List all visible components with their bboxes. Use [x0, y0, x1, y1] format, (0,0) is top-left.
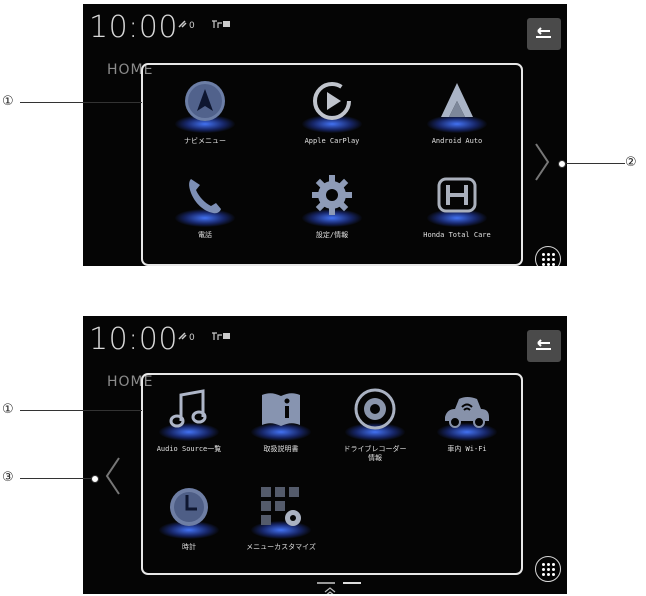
battery-icon [211, 18, 233, 33]
app-label: 時計 [182, 543, 196, 551]
next-page-arrow[interactable] [534, 142, 550, 186]
callout-1: ① [2, 94, 14, 109]
clock-icon [165, 483, 213, 531]
app-tile-honda-total-care[interactable]: Honda Total Care [405, 167, 509, 261]
settings-icon [308, 171, 356, 219]
app-label: 車内 Wi-Fi [447, 445, 487, 453]
chevron-right-icon [535, 143, 550, 181]
app-label: メニューカスタマイズ [246, 543, 316, 551]
app-label: ナビメニュー [184, 137, 226, 145]
menu-button[interactable] [535, 556, 561, 582]
callout-3: ③ [2, 470, 14, 485]
manual-icon [257, 385, 305, 433]
back-arrow-icon [536, 27, 551, 38]
callout-1-line [20, 102, 142, 103]
callout-3-dot [91, 475, 99, 483]
app-tile-phone[interactable]: 電話 [153, 167, 257, 261]
phone-icon [181, 171, 229, 219]
menu-button[interactable] [535, 246, 561, 266]
android-auto-icon [433, 77, 481, 125]
app-tile-car-wifi[interactable]: 車内 Wi-Fi [415, 381, 519, 475]
page-indicator [317, 582, 335, 584]
svg-text:0: 0 [189, 333, 195, 342]
car-wifi-icon [443, 385, 491, 433]
callout-1-second-line [20, 410, 142, 411]
apple-carplay-icon [308, 77, 356, 125]
back-arrow-icon [536, 339, 551, 350]
previous-page-arrow[interactable] [105, 456, 121, 500]
svg-text:0: 0 [189, 21, 195, 30]
app-grid-frame: Audio Source一覧 取扱説明書 ドライブレコーダー 情報 車内 Wi-… [141, 373, 523, 575]
app-label: Android Auto [431, 137, 483, 145]
app-label: 設定/情報 [315, 231, 349, 239]
music-note-icon [165, 385, 213, 433]
back-button[interactable] [527, 18, 561, 50]
clock-display: 10:00 [89, 322, 178, 357]
callout-3-line [20, 478, 92, 479]
app-label: 取扱説明書 [263, 445, 299, 453]
app-grid-frame: ナビメニュー Apple CarPlay Android Auto 電話 設定/… [141, 63, 523, 266]
drive-recorder-icon [351, 385, 399, 433]
swipe-up-icon[interactable] [323, 587, 337, 594]
callout-2-line [565, 163, 625, 164]
app-tile-android-auto[interactable]: Android Auto [405, 73, 509, 167]
app-tile-drive-recorder[interactable]: ドライブレコーダー 情報 [323, 381, 427, 475]
callout-2-dot [558, 160, 566, 168]
menu-customize-icon [257, 483, 305, 531]
app-tile-menu-customize[interactable]: メニューカスタマイズ [229, 479, 333, 573]
app-label: Audio Source一覧 [156, 445, 222, 453]
signal-icon: 0 [177, 18, 201, 33]
honda-logo-icon [433, 171, 481, 219]
grid-dots-icon [541, 252, 555, 266]
home-screen-page-2: 10:00 0 HOME Audio Source一覧 取扱説明書 ドライブレコ… [83, 316, 567, 594]
navi-icon [181, 77, 229, 125]
grid-dots-icon [541, 562, 555, 576]
clock-display: 10:00 [89, 10, 178, 45]
app-label: Honda Total Care [423, 231, 491, 239]
app-tile-clock[interactable]: 時計 [137, 479, 241, 573]
app-tile-audio-source[interactable]: Audio Source一覧 [137, 381, 241, 475]
app-tile-navi[interactable]: ナビメニュー [153, 73, 257, 167]
signal-icon: 0 [177, 330, 201, 345]
app-tile-settings[interactable]: 設定/情報 [280, 167, 384, 261]
app-label: Apple CarPlay [304, 137, 360, 145]
callout-2: ② [625, 155, 637, 170]
home-screen-page-1: 10:00 0 HOME ナビメニュー Apple CarPlay Androi… [83, 4, 567, 266]
app-tile-manual[interactable]: 取扱説明書 [229, 381, 333, 475]
back-button[interactable] [527, 330, 561, 362]
callout-1-second: ① [2, 402, 14, 417]
app-label: 電話 [198, 231, 212, 239]
battery-icon [211, 330, 233, 345]
app-label: ドライブレコーダー 情報 [343, 445, 407, 462]
chevron-left-icon [105, 457, 120, 495]
page-indicator-active [343, 582, 361, 584]
app-tile-apple-carplay[interactable]: Apple CarPlay [280, 73, 384, 167]
